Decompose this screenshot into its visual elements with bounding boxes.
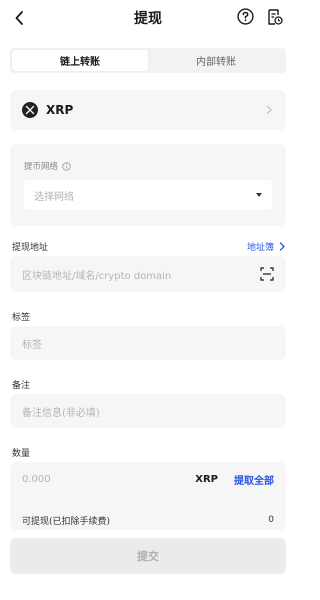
transfer-type-tabs: 链上转账 内部转账	[10, 48, 286, 73]
memo-label: 备注	[12, 381, 31, 391]
available-row: 可提现(已扣除手续费) 0	[10, 510, 286, 530]
chevron-right-icon	[266, 105, 272, 115]
amount-input[interactable]: 0.000 XRP 提取全部	[10, 462, 286, 496]
address-book-link[interactable]: 地址簿	[247, 240, 286, 253]
tag-input[interactable]: 标签	[10, 326, 286, 360]
coin-symbol: XRP	[46, 103, 74, 117]
coin-selector[interactable]: XRP	[10, 90, 286, 130]
question-circle-icon	[237, 8, 254, 25]
amount-placeholder: 0.000	[22, 473, 51, 485]
network-label-row: 提币网络	[24, 160, 71, 172]
tag-placeholder: 标签	[22, 339, 42, 351]
memo-placeholder: 备注信息(非必填)	[22, 407, 100, 419]
amount-unit: XRP	[195, 473, 218, 485]
help-button[interactable]	[237, 8, 254, 25]
caret-down-icon	[256, 193, 262, 197]
network-section: 提币网络 选择网络	[10, 144, 286, 226]
submit-button[interactable]: 提交	[10, 538, 286, 574]
header: 提现	[0, 0, 296, 36]
address-input[interactable]: 区块链地址/域名/crypto domain	[10, 256, 286, 292]
available-value: 0	[268, 515, 274, 525]
record-list-icon	[268, 9, 283, 25]
scan-qr-icon[interactable]	[260, 267, 274, 281]
info-icon[interactable]	[62, 161, 71, 171]
available-label: 可提现(已扣除手续费)	[22, 516, 111, 527]
network-label: 提币网络	[24, 162, 59, 172]
address-label: 提现地址	[12, 243, 49, 253]
tag-label: 标签	[12, 313, 31, 323]
tab-internal-transfer[interactable]: 内部转账	[148, 50, 284, 71]
network-select[interactable]: 选择网络	[24, 180, 272, 210]
network-placeholder: 选择网络	[34, 191, 74, 203]
withdraw-records-button[interactable]	[267, 8, 283, 26]
xrp-logo-icon	[22, 102, 38, 118]
withdraw-all-button[interactable]: 提取全部	[234, 472, 274, 487]
address-book-label: 地址簿	[246, 243, 274, 253]
memo-input[interactable]: 备注信息(非必填)	[10, 394, 286, 428]
address-placeholder: 区块链地址/域名/crypto domain	[22, 270, 172, 282]
amount-label: 数量	[12, 449, 31, 459]
tab-onchain-transfer[interactable]: 链上转账	[12, 50, 148, 71]
chevron-right-icon	[279, 242, 285, 251]
